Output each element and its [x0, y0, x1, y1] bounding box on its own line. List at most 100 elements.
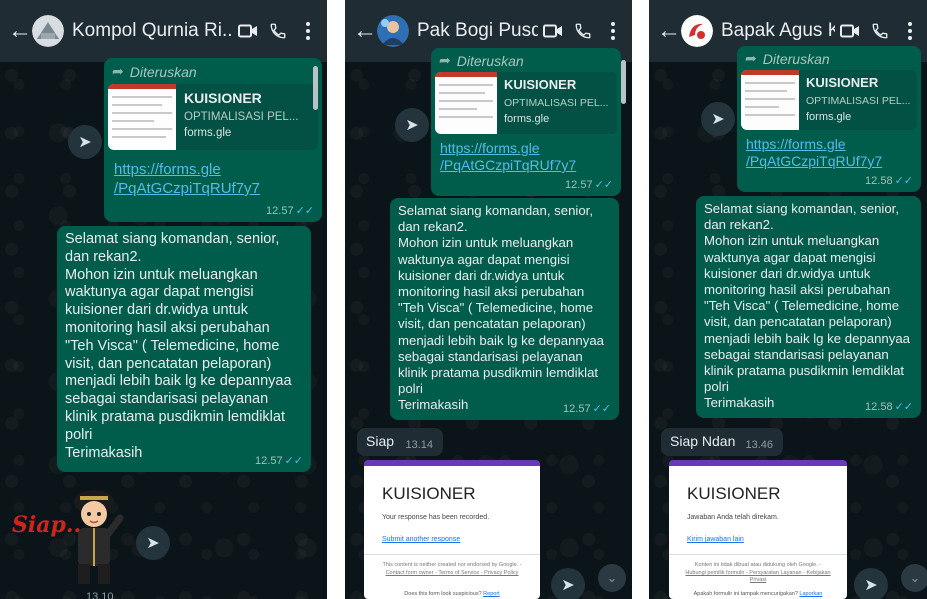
phone-icon[interactable] — [568, 16, 598, 46]
read-ticks-icon: ✓✓ — [284, 455, 303, 467]
forwarded-link-message[interactable]: ➦ Diteruskan KUISIONER OPTIMALISASI PEL..… — [104, 58, 322, 222]
back-arrow-icon[interactable]: ← — [353, 17, 377, 45]
police-sticker[interactable]: Siap.. — [12, 478, 132, 590]
phone-icon[interactable] — [263, 16, 293, 46]
link-preview-subtitle: OPTIMALISASI PEL... — [806, 95, 911, 107]
contact-avatar[interactable] — [681, 15, 713, 47]
video-call-icon[interactable] — [233, 16, 263, 46]
forward-share-icon[interactable]: ➤ — [136, 526, 170, 560]
back-arrow-icon[interactable]: ← — [657, 17, 681, 45]
chat-screen-bapak-agus: ← Bapak Agus Kus... ➦ Diteruskan KUISIONE… — [649, 0, 927, 599]
form-response-text: Jawaban Anda telah direkam. — [687, 514, 779, 521]
forward-share-icon[interactable]: ➤ — [395, 108, 429, 142]
back-arrow-icon[interactable]: ← — [8, 17, 32, 45]
contact-name[interactable]: Bapak Agus Kus... — [721, 20, 835, 42]
form-report-link[interactable]: Report — [483, 591, 500, 597]
read-ticks-icon: ✓✓ — [295, 205, 314, 217]
form-footer-question: Does this form look suspicious? — [404, 591, 482, 597]
link-thumbnail — [108, 84, 176, 150]
read-ticks-icon: ✓✓ — [594, 179, 613, 191]
google-form-screenshot[interactable]: KUISIONER Jawaban Anda telah direkam. Ki… — [669, 460, 847, 599]
scrollbar-thumb[interactable] — [621, 60, 626, 104]
video-call-icon[interactable] — [835, 16, 865, 46]
read-ticks-icon: ✓✓ — [592, 403, 611, 415]
contact-avatar[interactable] — [377, 15, 409, 47]
form-link[interactable]: https://forms.gle /PqAtGCzpiTqRUf7y7 — [440, 140, 576, 174]
video-call-icon[interactable] — [538, 16, 568, 46]
incoming-message[interactable]: Siap Ndan 13.46 — [661, 428, 783, 456]
forwarded-link-message[interactable]: ➦ Diteruskan KUISIONER OPTIMALISASI PEL..… — [737, 46, 921, 192]
link-preview[interactable]: KUISIONER OPTIMALISASI PEL... forms.gle — [741, 70, 917, 130]
message-timestamp: 12.58 ✓✓ — [865, 401, 913, 413]
link-thumbnail — [741, 70, 799, 130]
message-text: Selamat siang komandan, senior, dan reka… — [398, 203, 605, 413]
form-disclaimer: This content is neither created nor endo… — [382, 562, 522, 568]
read-ticks-icon: ✓✓ — [894, 175, 913, 187]
sticker-timestamp: 13.10 — [86, 591, 114, 599]
form-report-link[interactable]: Laporkan — [799, 591, 822, 597]
chat-screen-kompol-qurnia: ← Kompol Qurnia Ri... ➦ Diteruskan KUISIO… — [0, 0, 327, 599]
more-vert-icon[interactable] — [895, 16, 925, 46]
forwarded-icon: ➦ — [745, 50, 757, 66]
message-timestamp: 12.57 ✓✓ — [563, 403, 611, 415]
form-disclaimer-links[interactable]: Hubungi pemilik formulir - Persyaratan L… — [679, 570, 837, 585]
forwarded-label: Diteruskan — [129, 63, 197, 80]
submit-another-link[interactable]: Submit another response — [382, 536, 460, 543]
link-thumbnail — [435, 72, 497, 134]
link-preview-domain: forms.gle — [184, 127, 232, 139]
forwarded-label: Diteruskan — [762, 50, 830, 67]
form-footer-question: Apakah formulir ini tampak mencurigakan? — [693, 591, 798, 597]
text-message[interactable]: Selamat siang komandan, senior, dan reka… — [57, 226, 311, 472]
link-preview[interactable]: KUISIONER OPTIMALISASI PEL... forms.gle — [435, 72, 617, 134]
form-title: KUISIONER — [382, 484, 476, 503]
form-divider — [669, 554, 847, 555]
form-title: KUISIONER — [687, 484, 781, 503]
link-preview-subtitle: OPTIMALISASI PEL... — [504, 97, 609, 109]
form-link[interactable]: https://forms.gle /PqAtGCzpiTqRUf7y7 — [114, 160, 260, 198]
contact-avatar[interactable] — [32, 15, 64, 47]
message-timestamp: 12.57 ✓✓ — [565, 179, 613, 191]
more-vert-icon[interactable] — [293, 16, 323, 46]
chevron-double-down-icon[interactable]: ⌄ — [598, 564, 626, 592]
link-preview[interactable]: KUISIONER OPTIMALISASI PEL... forms.gle — [108, 84, 318, 150]
more-vert-icon[interactable] — [598, 16, 628, 46]
message-timestamp: 13.46 — [745, 439, 773, 451]
message-timestamp: 12.57 ✓✓ — [255, 455, 303, 467]
contact-name[interactable]: Pak Bogi Pusdik... — [417, 20, 538, 42]
text-message[interactable]: Selamat siang komandan, senior, dan reka… — [696, 196, 921, 418]
link-preview-domain: forms.gle — [504, 113, 550, 125]
contact-name[interactable]: Kompol Qurnia Ri... — [72, 20, 233, 42]
chevron-double-down-icon[interactable]: ⌄ — [901, 564, 927, 592]
google-form-screenshot[interactable]: KUISIONER Your response has been recorde… — [364, 460, 540, 599]
incoming-message[interactable]: Siap 13.14 — [357, 428, 443, 456]
submit-another-link[interactable]: Kirim jawaban lain — [687, 536, 744, 543]
forwarded-icon: ➦ — [112, 63, 124, 79]
forward-share-icon[interactable]: ➤ — [551, 568, 585, 599]
sticker-caption: Siap.. — [12, 512, 82, 538]
link-preview-subtitle: OPTIMALISASI PEL... — [184, 111, 299, 123]
read-ticks-icon: ✓✓ — [894, 401, 913, 413]
chat-header: ← Kompol Qurnia Ri... — [0, 0, 327, 62]
link-preview-domain: forms.gle — [806, 111, 852, 123]
message-text: Siap — [366, 433, 395, 449]
forwarded-label: Diteruskan — [456, 52, 524, 69]
link-preview-title: KUISIONER — [184, 90, 262, 106]
link-preview-title: KUISIONER — [806, 75, 879, 90]
forwarded-link-message[interactable]: ➦ Diteruskan KUISIONER OPTIMALISASI PEL..… — [431, 48, 621, 196]
scrollbar-thumb[interactable] — [313, 66, 318, 110]
forward-share-icon[interactable]: ➤ — [68, 125, 102, 159]
form-link[interactable]: https://forms.gle /PqAtGCzpiTqRUf7y7 — [746, 136, 882, 170]
message-timestamp: 12.57 ✓✓ — [266, 205, 314, 217]
form-response-text: Your response has been recorded. — [382, 514, 490, 521]
form-disclaimer-links[interactable]: Contact form owner - Terms of Service - … — [374, 570, 530, 578]
forward-share-icon[interactable]: ➤ — [701, 102, 735, 136]
link-preview-title: KUISIONER — [504, 77, 577, 92]
forward-share-icon[interactable]: ➤ — [854, 568, 888, 599]
phone-icon[interactable] — [865, 16, 895, 46]
text-message[interactable]: Selamat siang komandan, senior, dan reka… — [390, 198, 619, 420]
message-text: Selamat siang komandan, senior, dan reka… — [65, 231, 292, 461]
form-divider — [364, 554, 540, 555]
message-text: Selamat siang komandan, senior, dan reka… — [704, 201, 911, 411]
chat-screen-pak-bogi: ← Pak Bogi Pusdik... ➦ Diteruskan KUISION… — [345, 0, 632, 599]
form-disclaimer: Konten ini tidak dibuat atau didukung ol… — [694, 562, 822, 568]
